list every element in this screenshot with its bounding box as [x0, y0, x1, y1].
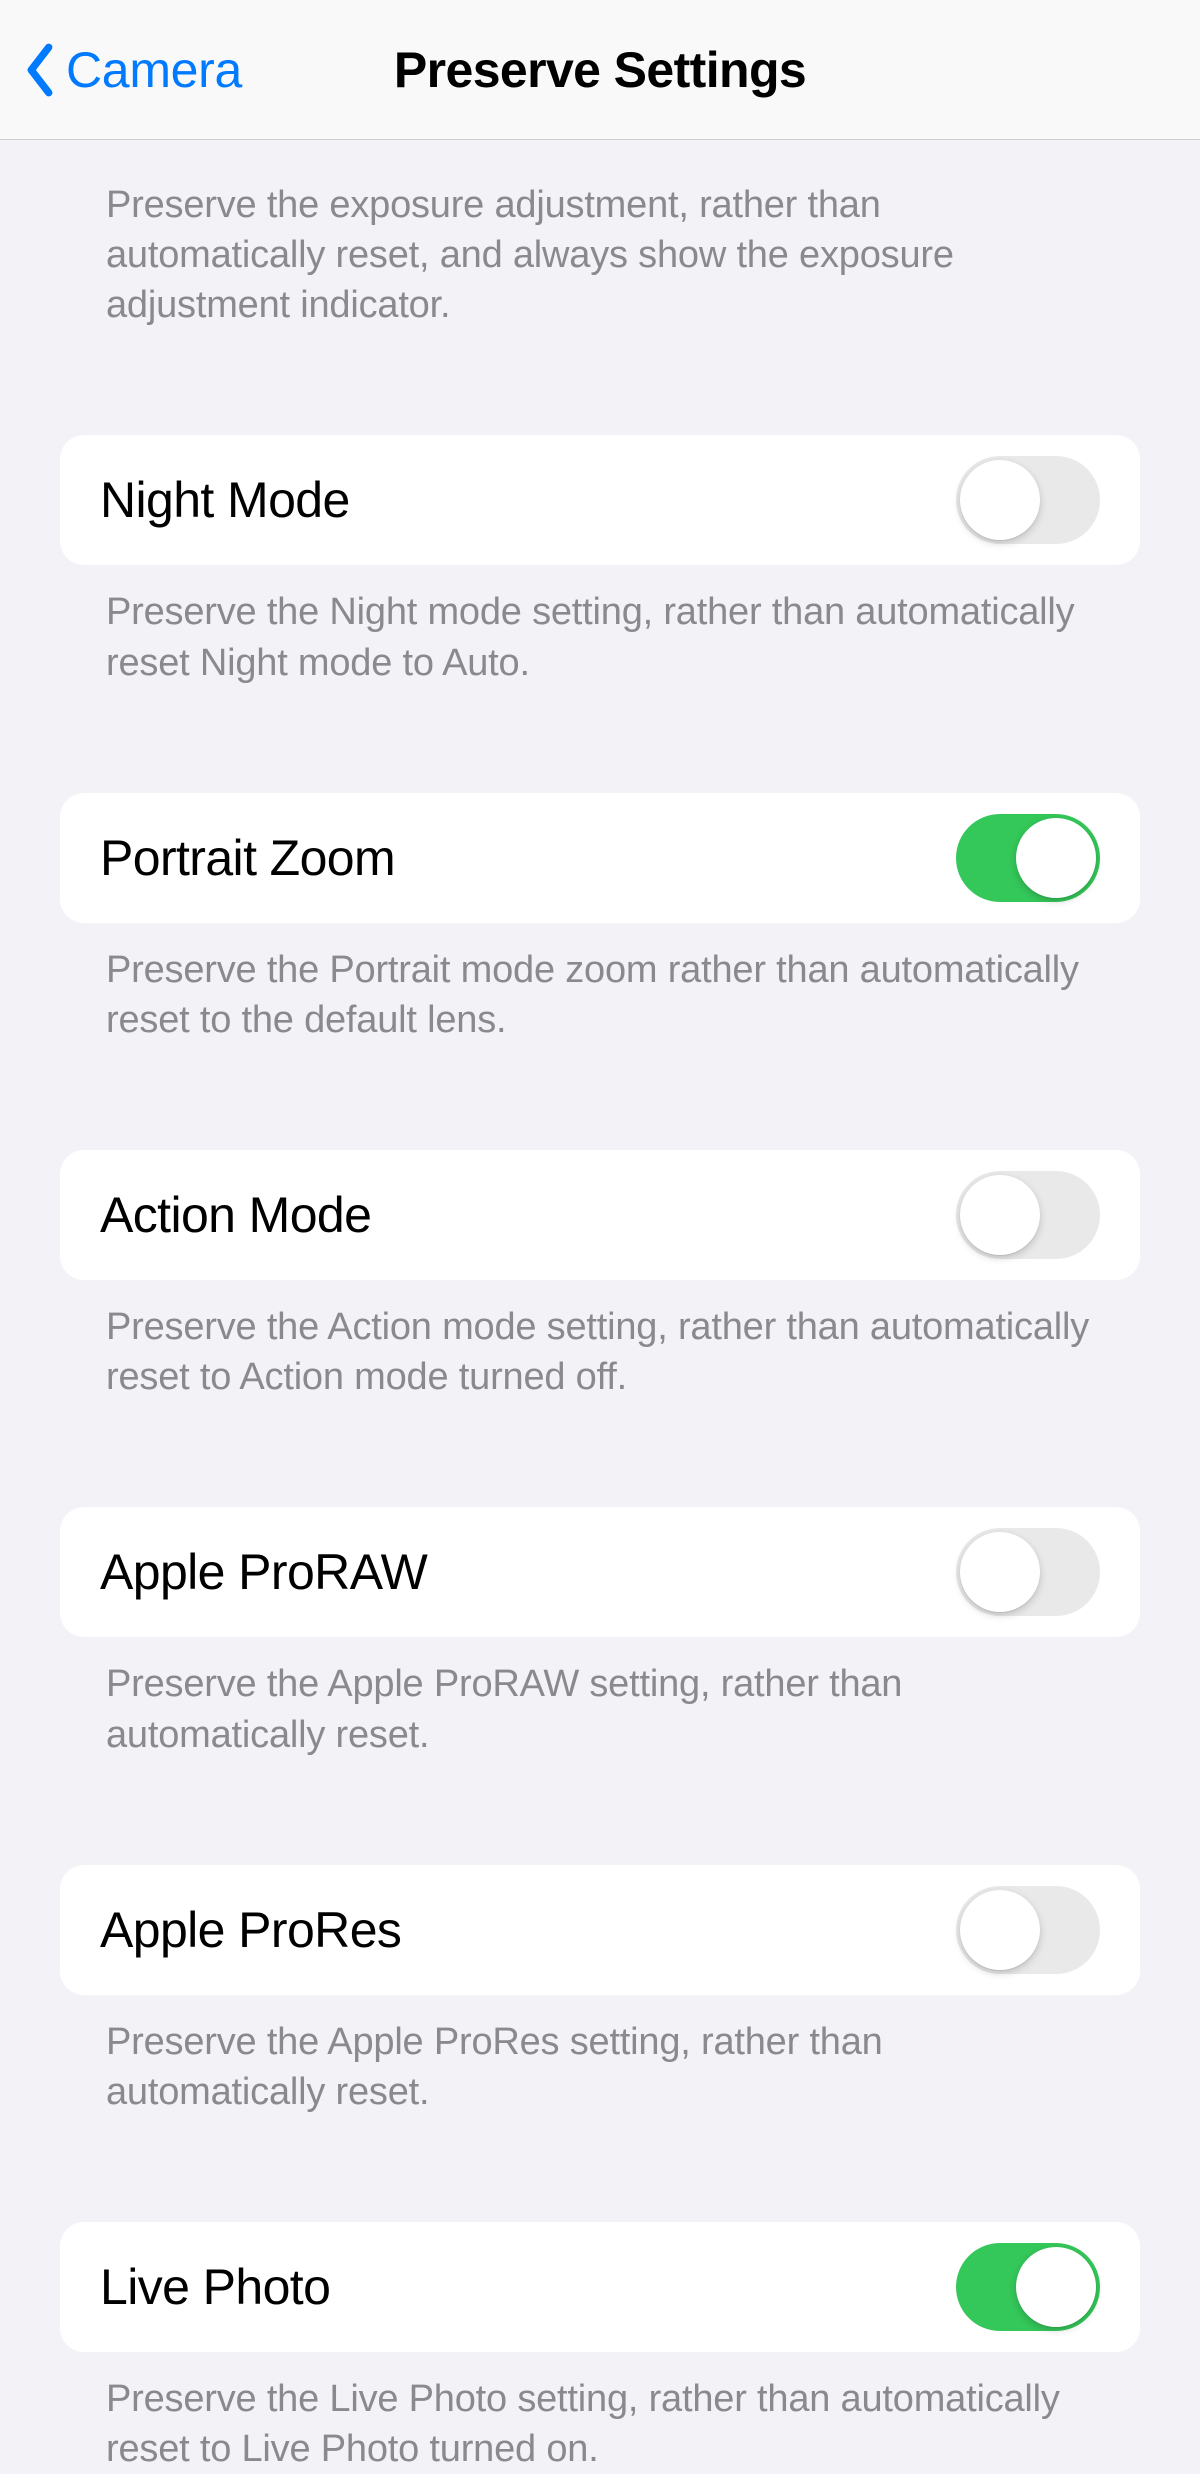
group-portrait-zoom: Portrait Zoom Preserve the Portrait mode… [60, 793, 1140, 1045]
cell-label: Portrait Zoom [100, 829, 395, 887]
cell-label: Action Mode [100, 1186, 371, 1244]
cell-label: Live Photo [100, 2258, 330, 2316]
apple-prores-footer-note: Preserve the Apple ProRes setting, rathe… [60, 1995, 1140, 2117]
toggle-apple-prores[interactable] [956, 1886, 1100, 1974]
cell-apple-proraw: Apple ProRAW [60, 1507, 1140, 1637]
settings-screen: Camera Preserve Settings Preserve the ex… [0, 0, 1200, 2474]
cell-portrait-zoom: Portrait Zoom [60, 793, 1140, 923]
toggle-night-mode[interactable] [956, 456, 1100, 544]
cell-night-mode: Night Mode [60, 435, 1140, 565]
live-photo-footer-note: Preserve the Live Photo setting, rather … [60, 2352, 1140, 2474]
night-mode-footer-note: Preserve the Night mode setting, rather … [60, 565, 1140, 687]
group-apple-prores: Apple ProRes Preserve the Apple ProRes s… [60, 1865, 1140, 2117]
portrait-zoom-footer-note: Preserve the Portrait mode zoom rather t… [60, 923, 1140, 1045]
cell-live-photo: Live Photo [60, 2222, 1140, 2352]
toggle-thumb [1016, 818, 1096, 898]
back-label: Camera [66, 41, 242, 99]
toggle-thumb [960, 1890, 1040, 1970]
toggle-portrait-zoom[interactable] [956, 814, 1100, 902]
cell-apple-prores: Apple ProRes [60, 1865, 1140, 1995]
toggle-thumb [960, 1175, 1040, 1255]
navigation-bar: Camera Preserve Settings [0, 0, 1200, 140]
toggle-action-mode[interactable] [956, 1171, 1100, 1259]
cell-label: Apple ProRes [100, 1901, 401, 1959]
cell-label: Night Mode [100, 471, 350, 529]
group-apple-proraw: Apple ProRAW Preserve the Apple ProRAW s… [60, 1507, 1140, 1759]
group-action-mode: Action Mode Preserve the Action mode set… [60, 1150, 1140, 1402]
content-area: Preserve the exposure adjustment, rather… [0, 158, 1200, 2474]
back-button[interactable]: Camera [24, 41, 242, 99]
group-live-photo: Live Photo Preserve the Live Photo setti… [60, 2222, 1140, 2474]
toggle-thumb [960, 460, 1040, 540]
toggle-thumb [1016, 2247, 1096, 2327]
chevron-left-icon [24, 42, 56, 98]
cell-label: Apple ProRAW [100, 1543, 427, 1601]
group-night-mode: Night Mode Preserve the Night mode setti… [60, 435, 1140, 687]
apple-proraw-footer-note: Preserve the Apple ProRAW setting, rathe… [60, 1637, 1140, 1759]
toggle-apple-proraw[interactable] [956, 1528, 1100, 1616]
toggle-thumb [960, 1532, 1040, 1612]
exposure-footer-note: Preserve the exposure adjustment, rather… [60, 158, 1140, 330]
action-mode-footer-note: Preserve the Action mode setting, rather… [60, 1280, 1140, 1402]
cell-action-mode: Action Mode [60, 1150, 1140, 1280]
toggle-live-photo[interactable] [956, 2243, 1100, 2331]
